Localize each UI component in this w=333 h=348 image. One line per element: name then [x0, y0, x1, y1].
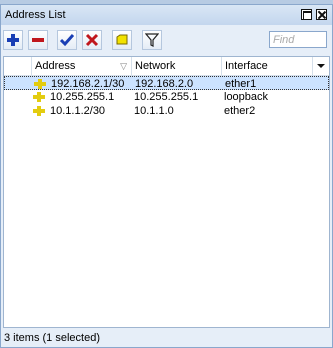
header-spacer	[4, 57, 32, 75]
cell-interface: ether2	[224, 105, 256, 117]
dropdown-arrow-icon	[317, 64, 325, 68]
cell-interface: ether1	[225, 78, 257, 90]
cell-address: 10.255.255.1	[50, 91, 115, 103]
column-menu-button[interactable]	[313, 57, 329, 75]
cell-address: 10.1.1.2/30	[50, 105, 106, 117]
header-address-label: Address	[35, 60, 76, 72]
title-bar: Address List	[1, 5, 332, 25]
plus-icon	[7, 34, 19, 46]
status-text: 3 items (1 selected)	[4, 332, 100, 344]
remove-button[interactable]	[28, 30, 48, 50]
cell-network: 10.1.1.0	[134, 105, 174, 117]
enable-button[interactable]	[57, 30, 77, 50]
header-network-label: Network	[135, 60, 176, 72]
sort-icon: ▽	[120, 61, 127, 71]
header-network[interactable]: Network	[132, 57, 222, 75]
ip-address-icon	[33, 92, 45, 102]
ip-address-icon	[34, 79, 46, 89]
close-button[interactable]	[316, 9, 327, 20]
find-input[interactable]	[269, 31, 327, 48]
add-button[interactable]	[3, 30, 23, 50]
x-icon	[85, 33, 99, 47]
status-bar: 3 items (1 selected)	[1, 328, 332, 347]
header-interface-label: Interface	[225, 60, 268, 72]
filter-icon	[145, 33, 159, 47]
comment-icon	[116, 34, 128, 45]
header-address[interactable]: Address ▽	[32, 57, 132, 75]
checkmark-icon	[60, 34, 74, 47]
filter-button[interactable]	[142, 30, 162, 50]
address-list-window: Address List Address ▽	[0, 4, 333, 348]
toolbar	[1, 25, 332, 55]
ip-address-icon	[33, 106, 45, 116]
cell-network: 10.255.255.1	[134, 91, 199, 103]
address-table: Address ▽ Network Interface 192.168.2.1/…	[3, 56, 330, 328]
header-interface[interactable]: Interface	[222, 57, 313, 75]
table-row[interactable]: 192.168.2.1/30 192.168.2.0 ether1	[4, 76, 329, 90]
table-row[interactable]: 10.255.255.1 10.255.255.1 loopback	[4, 90, 329, 104]
restore-button[interactable]	[301, 9, 312, 20]
comment-button[interactable]	[112, 30, 132, 50]
cell-address: 192.168.2.1/30	[51, 78, 125, 90]
cell-network: 192.168.2.0	[135, 78, 194, 90]
minus-icon	[32, 38, 44, 42]
table-row[interactable]: 10.1.1.2/30 10.1.1.0 ether2	[4, 104, 329, 118]
disable-button[interactable]	[82, 30, 102, 50]
window-title: Address List	[5, 9, 66, 21]
cell-interface: loopback	[224, 91, 269, 103]
table-header: Address ▽ Network Interface	[4, 57, 329, 76]
